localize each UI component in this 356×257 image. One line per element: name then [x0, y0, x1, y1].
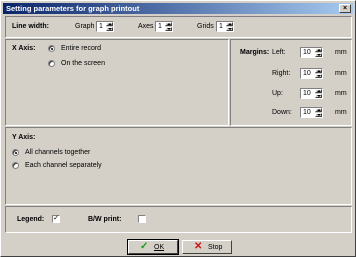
x-axis-label: X Axis:: [12, 45, 36, 52]
margin-up-unit: mm: [335, 90, 347, 97]
spin-down-icon[interactable]: [106, 27, 113, 31]
spin-up-icon[interactable]: [226, 22, 233, 26]
margin-up-value: 10: [303, 90, 311, 97]
y-axis-panel: Y Axis: All channels together Each chann…: [5, 127, 352, 205]
legend-checkbox[interactable]: ✓: [52, 215, 60, 223]
margin-down-spinner[interactable]: 10: [300, 107, 323, 118]
window-title: Setting parameters for graph printout: [6, 4, 140, 13]
ok-button[interactable]: ✓ OK: [127, 239, 179, 255]
spin-down-icon[interactable]: [165, 27, 172, 31]
spin-up-icon[interactable]: [315, 108, 322, 112]
spin-up-icon[interactable]: [165, 22, 172, 26]
title-bar[interactable]: Setting parameters for graph printout ×: [3, 3, 353, 14]
legend-label: Legend:: [17, 216, 45, 223]
spin-down-icon[interactable]: [315, 94, 322, 98]
axes-width-value: 1: [158, 23, 162, 30]
margins-panel: Margins: Left: 10 mm Right: 10 mm Up: 10…: [230, 39, 352, 126]
x-axis-entire-record-radio[interactable]: [48, 45, 55, 52]
spin-down-icon[interactable]: [315, 74, 322, 78]
line-width-panel: Line width: Graph 1 Axes 1 Grids 1: [5, 16, 352, 38]
y-axis-all-channels-radio[interactable]: [12, 149, 19, 156]
y-axis-each-channel-radio[interactable]: [12, 162, 19, 169]
stop-button-label: Stop: [208, 244, 223, 251]
margin-left-value: 10: [303, 49, 311, 56]
stop-button[interactable]: ✕ Stop: [182, 240, 232, 254]
margin-down-unit: mm: [335, 109, 347, 116]
y-axis-each-channel-label[interactable]: Each channel separately: [25, 162, 102, 169]
grids-width-spinner[interactable]: 1: [216, 21, 234, 32]
bw-print-label: B/W print:: [88, 216, 122, 223]
ok-button-label: OK: [154, 244, 165, 251]
spin-up-icon[interactable]: [315, 89, 322, 93]
margin-right-label: Right:: [272, 70, 291, 77]
close-icon[interactable]: ×: [339, 4, 351, 13]
x-axis-entire-record-label[interactable]: Entire record: [61, 45, 101, 52]
grids-width-value: 1: [219, 23, 223, 30]
dialog-window: Setting parameters for graph printout × …: [0, 0, 356, 257]
spin-down-icon[interactable]: [315, 113, 322, 117]
y-axis-all-channels-label[interactable]: All channels together: [25, 149, 90, 156]
bw-print-checkbox[interactable]: [138, 215, 146, 223]
margin-left-label: Left:: [272, 49, 286, 56]
y-axis-label: Y Axis:: [12, 134, 36, 141]
spin-down-icon[interactable]: [226, 27, 233, 31]
graph-width-spinner[interactable]: 1: [96, 21, 114, 32]
spin-up-icon[interactable]: [315, 69, 322, 73]
axes-width-spinner[interactable]: 1: [155, 21, 173, 32]
spin-up-icon[interactable]: [106, 22, 113, 26]
options-panel: Legend: ✓ B/W print:: [5, 206, 352, 233]
x-axis-on-screen-label[interactable]: On the screen: [61, 60, 105, 67]
x-axis-panel: X Axis: Entire record On the screen: [5, 39, 229, 126]
x-icon: ✕: [194, 241, 203, 252]
line-width-label: Line width:: [12, 23, 49, 30]
graph-width-value: 1: [99, 23, 103, 30]
margin-down-value: 10: [303, 109, 311, 116]
margin-up-spinner[interactable]: 10: [300, 88, 323, 99]
margin-left-unit: mm: [335, 49, 347, 56]
margin-right-value: 10: [303, 70, 311, 77]
margin-up-label: Up:: [272, 90, 283, 97]
margin-left-spinner[interactable]: 10: [300, 47, 323, 58]
graph-width-label: Graph: [75, 23, 95, 30]
margins-label: Margins:: [240, 49, 270, 56]
margin-right-spinner[interactable]: 10: [300, 68, 323, 79]
margin-right-unit: mm: [335, 70, 347, 77]
spin-up-icon[interactable]: [315, 48, 322, 52]
axes-width-label: Axes: [138, 23, 154, 30]
checkmark-icon: ✓: [140, 241, 149, 252]
margin-down-label: Down:: [272, 109, 292, 116]
x-axis-on-screen-radio[interactable]: [48, 60, 55, 67]
grids-width-label: Grids: [197, 23, 214, 30]
spin-down-icon[interactable]: [315, 53, 322, 57]
